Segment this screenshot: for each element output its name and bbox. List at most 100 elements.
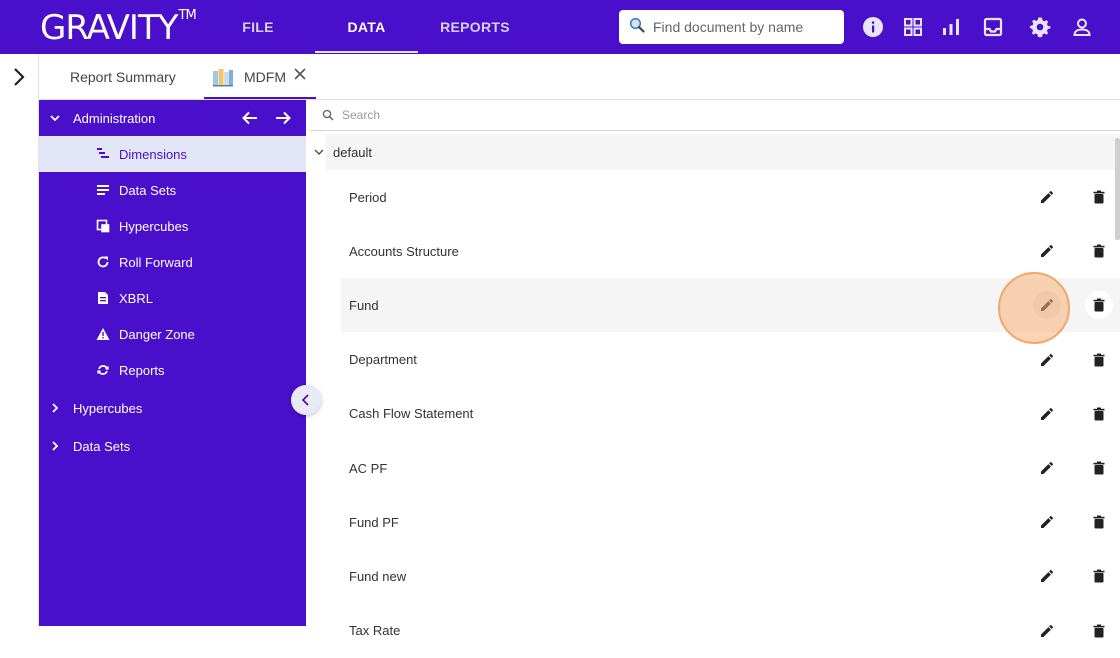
list-item-label: Fund new — [349, 568, 407, 584]
document-search-input[interactable] — [653, 19, 833, 35]
info-icon[interactable] — [861, 15, 885, 39]
list-item[interactable]: Fund — [341, 278, 1120, 333]
search-icon — [629, 17, 645, 38]
delete-button[interactable] — [1085, 183, 1113, 211]
sidebar-item-label: Hypercubes — [119, 218, 189, 234]
sidebar-item-hypercubes[interactable]: Hypercubes — [39, 208, 306, 244]
close-icon[interactable] — [292, 66, 308, 82]
trash-icon — [1091, 514, 1107, 530]
sidebar-item-xbrl[interactable]: XBRL — [39, 280, 306, 316]
user-icon[interactable] — [1070, 15, 1094, 39]
pencil-icon — [1039, 406, 1055, 422]
trash-icon — [1091, 460, 1107, 476]
document-icon — [96, 291, 110, 305]
delete-button[interactable] — [1085, 237, 1113, 265]
list-item-label: Cash Flow Statement — [349, 406, 474, 422]
delete-button[interactable] — [1085, 562, 1113, 590]
trash-icon — [1091, 243, 1107, 259]
sidebar-item-label: Administration — [73, 110, 156, 126]
sidebar-item-label: Roll Forward — [119, 254, 193, 270]
list-item[interactable]: Cash Flow Statement — [341, 387, 1120, 441]
navigation-rail — [0, 54, 39, 626]
bar-chart-icon[interactable] — [939, 15, 963, 39]
gear-icon[interactable] — [1028, 15, 1052, 39]
delete-button[interactable] — [1085, 454, 1113, 482]
logo-trademark: TM — [178, 7, 197, 23]
edit-button[interactable] — [1033, 400, 1061, 428]
list-item-label: Fund PF — [349, 514, 399, 530]
sidebar-item-roll-forward[interactable]: Roll Forward — [39, 244, 306, 280]
sidebar-item-label: XBRL — [119, 290, 153, 306]
chevron-right-icon — [48, 401, 62, 415]
list-item[interactable]: AC PF — [341, 441, 1120, 495]
list-item[interactable]: Tax Rate — [341, 604, 1120, 658]
edit-button[interactable] — [1033, 183, 1061, 211]
collapse-sidebar-button[interactable] — [291, 385, 321, 415]
tab-label: Report Summary — [70, 69, 176, 85]
delete-button[interactable] — [1085, 346, 1113, 374]
chevron-right-icon — [48, 439, 62, 453]
content-search-bar[interactable] — [310, 100, 1120, 131]
list-item-label: Fund — [349, 297, 379, 313]
group-header-background — [326, 134, 1120, 170]
gravity-logo[interactable]: GRAVITYTM — [40, 7, 197, 48]
list-item[interactable]: Department — [341, 333, 1120, 387]
delete-button[interactable] — [1085, 400, 1113, 428]
pencil-icon — [1039, 243, 1055, 259]
refresh-icon — [96, 255, 110, 269]
list-item-label: Tax Rate — [349, 623, 401, 639]
edit-button[interactable] — [1033, 617, 1061, 645]
books-icon — [212, 66, 234, 88]
nav-reports[interactable]: REPORTS — [430, 0, 520, 54]
sidebar-group-hypercubes[interactable]: Hypercubes — [39, 390, 306, 426]
edit-button[interactable] — [1033, 346, 1061, 374]
tab-mdfm[interactable]: MDFM — [212, 54, 286, 100]
delete-button[interactable] — [1085, 617, 1113, 645]
group-header-default[interactable]: default — [310, 134, 1120, 170]
edit-button[interactable] — [1033, 454, 1061, 482]
sort-lines-icon — [96, 147, 110, 161]
sidebar-item-administration[interactable]: Administration — [39, 100, 306, 136]
edit-button[interactable] — [1033, 508, 1061, 536]
delete-button[interactable] — [1085, 291, 1113, 320]
chevron-down-icon — [312, 145, 326, 159]
list-item[interactable]: Fund new — [341, 549, 1120, 603]
arrow-right-icon[interactable] — [274, 109, 292, 127]
pencil-icon — [1039, 189, 1055, 205]
pencil-icon — [1039, 568, 1055, 584]
list-item-label: Accounts Structure — [349, 243, 459, 259]
chevron-right-icon[interactable] — [8, 66, 30, 88]
sidebar-item-dimensions[interactable]: Dimensions — [39, 136, 306, 172]
nav-data[interactable]: DATA — [315, 0, 418, 54]
group-label: default — [333, 144, 373, 160]
delete-button[interactable] — [1085, 508, 1113, 536]
trash-icon — [1091, 568, 1107, 584]
list-item[interactable]: Fund PF — [341, 495, 1120, 549]
sidebar-group-data-sets[interactable]: Data Sets — [39, 428, 306, 464]
sync-icon — [96, 363, 110, 377]
logo-text: GRAVITY — [40, 8, 178, 48]
warning-icon — [96, 327, 110, 341]
trash-icon — [1091, 623, 1107, 639]
edit-button[interactable] — [1033, 291, 1061, 320]
apps-grid-icon[interactable] — [901, 15, 925, 39]
inbox-icon[interactable] — [981, 15, 1005, 39]
document-search-box[interactable] — [619, 10, 844, 44]
edit-button[interactable] — [1033, 237, 1061, 265]
list-item[interactable]: Period — [341, 170, 1120, 224]
trash-icon — [1091, 297, 1107, 313]
list-item-label: Department — [349, 352, 417, 368]
tab-report-summary[interactable]: Report Summary — [70, 54, 176, 100]
sidebar-item-data-sets[interactable]: Data Sets — [39, 172, 306, 208]
list-item-label: AC PF — [349, 460, 388, 476]
sidebar-item-label: Data Sets — [73, 438, 131, 454]
sidebar-item-danger-zone[interactable]: Danger Zone — [39, 316, 306, 352]
nav-file[interactable]: FILE — [225, 0, 291, 54]
pencil-icon — [1039, 623, 1055, 639]
list-item[interactable]: Accounts Structure — [341, 224, 1120, 278]
chevron-down-icon — [48, 111, 62, 125]
arrow-left-icon[interactable] — [241, 109, 259, 127]
sidebar-item-reports[interactable]: Reports — [39, 352, 306, 388]
edit-button[interactable] — [1033, 562, 1061, 590]
content-search-input[interactable] — [342, 108, 642, 122]
